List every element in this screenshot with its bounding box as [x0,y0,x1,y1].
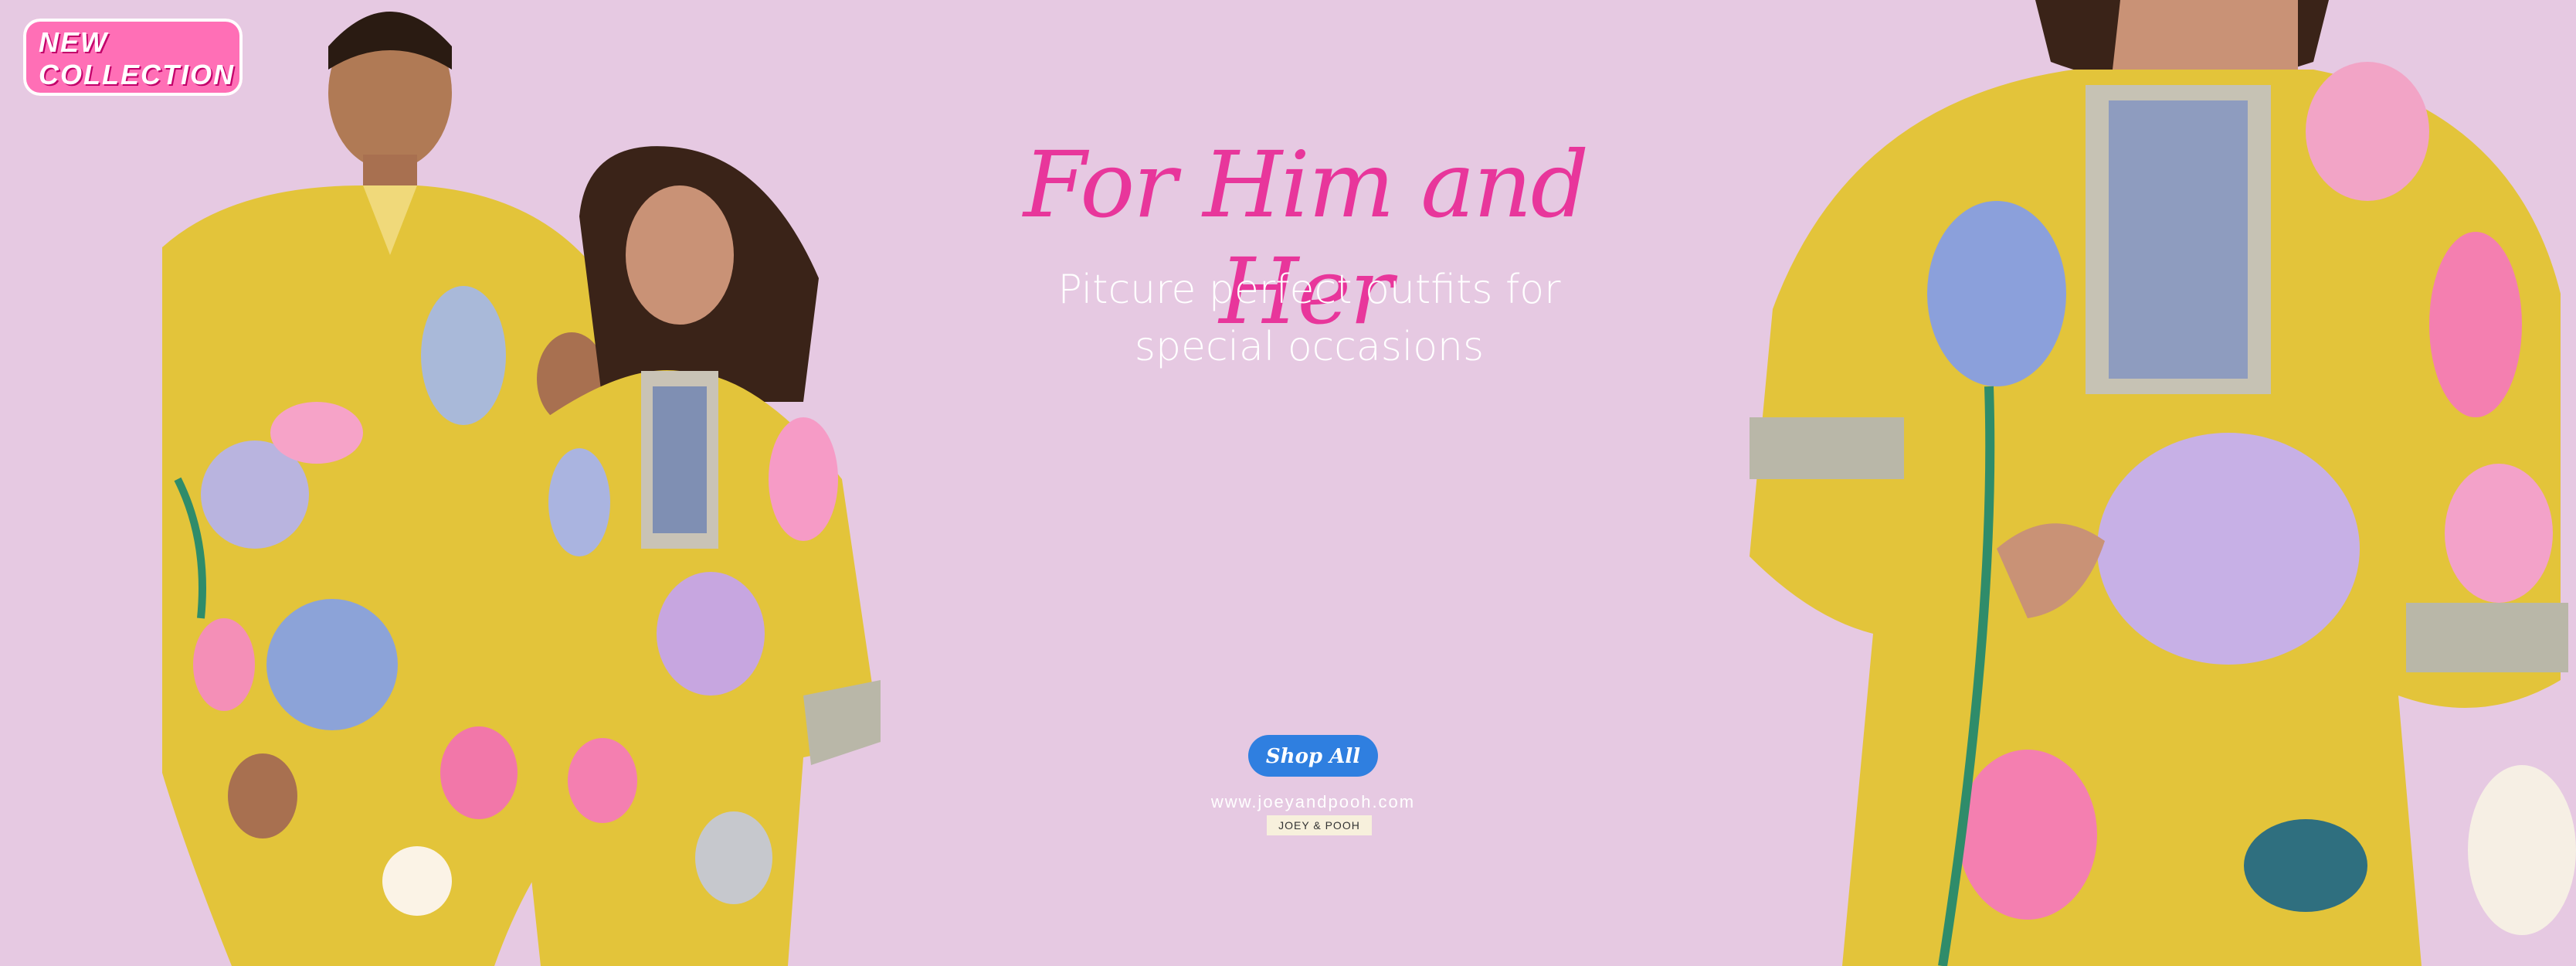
hero-subtitle: Pitcure perfect outfits for special occa… [1057,267,1561,370]
kurta-closeup-photo [1742,0,2576,966]
new-collection-badge: NEW COLLECTION [23,19,243,96]
brand-label: JOEY & POOH [1267,815,1372,835]
shop-all-button[interactable]: Shop All [1248,735,1378,777]
website-url: www.joeyandpooh.com [1210,792,1416,811]
badge-line-1: NEW [39,26,108,58]
badge-line-2: COLLECTION [39,59,235,90]
couple-photo [139,0,896,966]
